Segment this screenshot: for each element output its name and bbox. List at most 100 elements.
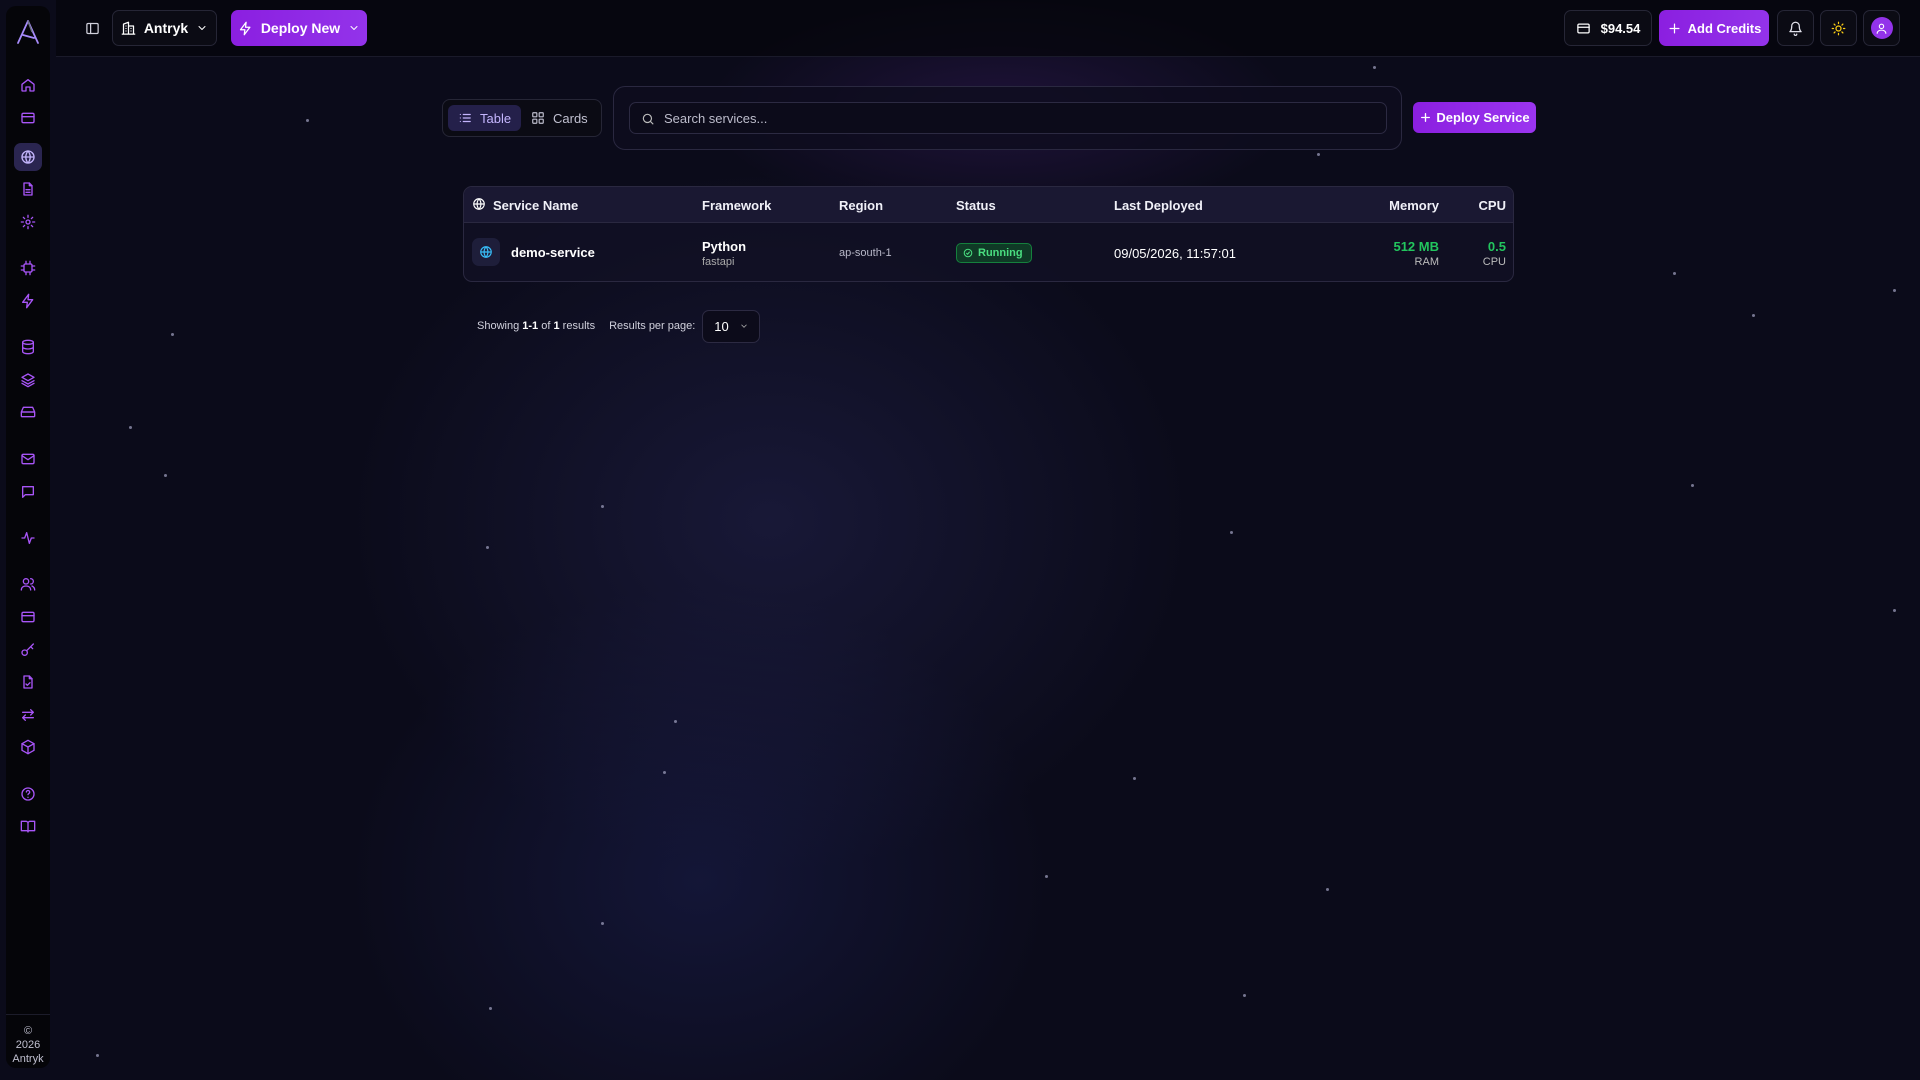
header-status[interactable]: Status <box>956 198 996 213</box>
zap-icon[interactable] <box>14 287 42 315</box>
star <box>1243 994 1246 997</box>
status-label: Running <box>978 247 1023 259</box>
sidebar-toggle-icon[interactable] <box>81 17 103 39</box>
activity-icon[interactable] <box>14 524 42 552</box>
grid-icon <box>532 112 544 124</box>
per-page-select[interactable]: 10 <box>702 309 761 343</box>
header-last-deployed[interactable]: Last Deployed <box>1114 198 1203 213</box>
org-name: Antryk <box>143 20 189 36</box>
background <box>0 0 1920 1080</box>
deploy-new-button[interactable]: Deploy New <box>231 10 367 46</box>
add-credits-button[interactable]: Add Credits <box>1659 10 1769 46</box>
star <box>1752 314 1755 317</box>
billing-icon[interactable] <box>14 603 42 631</box>
service-cpu: 0.5 <box>1487 239 1506 254</box>
user-icon <box>1876 23 1887 34</box>
tab-table-view[interactable]: Table <box>448 105 522 131</box>
star <box>1045 875 1048 878</box>
org-switcher[interactable]: Antryk <box>112 10 217 46</box>
showing-of: of <box>541 320 551 332</box>
cpu-icon[interactable] <box>14 254 42 282</box>
service-framework: Python <box>702 239 747 254</box>
transfer-icon[interactable] <box>14 701 42 729</box>
top-bar: Antryk Deploy New $94.54 Add Credits <box>56 0 1920 57</box>
header-service-name[interactable]: Service Name <box>493 198 578 213</box>
header-memory[interactable]: Memory <box>1389 198 1439 213</box>
theme-toggle-button[interactable] <box>1820 10 1857 46</box>
drive-icon[interactable] <box>14 398 42 426</box>
wallet-icon <box>1576 23 1590 33</box>
service-memory: 512 MB <box>1393 239 1439 254</box>
home-icon[interactable] <box>14 71 42 99</box>
gear-icon[interactable] <box>14 208 42 236</box>
showing-prefix: Showing <box>477 320 520 332</box>
service-name[interactable]: demo-service <box>511 245 595 260</box>
service-globe-icon <box>472 238 500 266</box>
copyright-year: 2026 <box>15 1039 41 1051</box>
star <box>96 1054 99 1057</box>
layers-icon[interactable] <box>14 366 42 394</box>
star <box>1230 531 1233 534</box>
star <box>1893 289 1896 292</box>
avatar <box>1870 17 1893 39</box>
package-icon[interactable] <box>14 733 42 761</box>
table-row[interactable]: demo-service Python fastapi ap-south-1 R… <box>464 224 1513 281</box>
star <box>663 771 666 774</box>
sidebar: © 2026 Antryk <box>6 6 50 1068</box>
mail-icon[interactable] <box>14 445 42 473</box>
sun-icon <box>1831 21 1846 35</box>
globe-icon[interactable] <box>14 143 42 171</box>
header-region[interactable]: Region <box>839 198 883 213</box>
showing-total: 1 <box>553 320 560 332</box>
check-circle-icon <box>963 248 973 258</box>
showing-results: results <box>562 320 596 332</box>
users-icon[interactable] <box>14 570 42 598</box>
star <box>171 333 174 336</box>
service-cpu-unit: CPU <box>1482 256 1506 268</box>
key-icon[interactable] <box>14 636 42 664</box>
pagination: Showing 1-1 of 1 results Results per pag… <box>477 309 761 343</box>
view-toggle: Table Cards <box>442 99 602 137</box>
header-cpu[interactable]: CPU <box>1479 198 1506 213</box>
star <box>1317 153 1320 156</box>
document-icon[interactable] <box>14 668 42 696</box>
search-input[interactable] <box>664 103 1364 133</box>
card-icon[interactable] <box>14 104 42 132</box>
copyright-symbol: © <box>23 1025 33 1037</box>
balance-value: $94.54 <box>1600 20 1641 36</box>
per-page-label: Results per page: <box>609 320 696 332</box>
add-credits-label: Add Credits <box>1687 20 1762 36</box>
sidebar-footer: © 2026 Antryk <box>6 1014 50 1066</box>
status-badge: Running <box>956 243 1032 263</box>
globe-icon <box>473 198 485 210</box>
search-panel <box>613 86 1402 150</box>
table-header: Service Name Framework Region Status Las… <box>464 187 1513 223</box>
message-icon[interactable] <box>14 478 42 506</box>
list-icon <box>459 113 471 123</box>
plus-icon <box>1421 113 1431 122</box>
user-menu-button[interactable] <box>1863 10 1900 46</box>
tab-cards-label: Cards <box>553 110 588 126</box>
book-icon[interactable] <box>14 812 42 840</box>
logo-icon[interactable] <box>14 18 42 46</box>
service-last-deployed: 09/05/2026, 11:57:01 <box>1114 246 1236 261</box>
star <box>1673 272 1676 275</box>
star <box>306 119 309 122</box>
deploy-service-button[interactable]: Deploy Service <box>1413 102 1536 133</box>
help-icon[interactable] <box>14 780 42 808</box>
database-icon[interactable] <box>14 333 42 361</box>
star <box>1326 888 1329 891</box>
service-region: ap-south-1 <box>839 247 892 259</box>
tab-cards-view[interactable]: Cards <box>521 105 598 131</box>
zap-icon <box>239 21 251 35</box>
star <box>674 720 677 723</box>
file-icon[interactable] <box>14 175 42 203</box>
star <box>486 546 489 549</box>
header-framework[interactable]: Framework <box>702 198 771 213</box>
chevron-down-icon <box>740 324 747 328</box>
notifications-button[interactable] <box>1777 10 1814 46</box>
star <box>601 505 604 508</box>
balance-display[interactable]: $94.54 <box>1564 10 1652 46</box>
star <box>164 474 167 477</box>
chevron-down-icon <box>350 26 358 30</box>
